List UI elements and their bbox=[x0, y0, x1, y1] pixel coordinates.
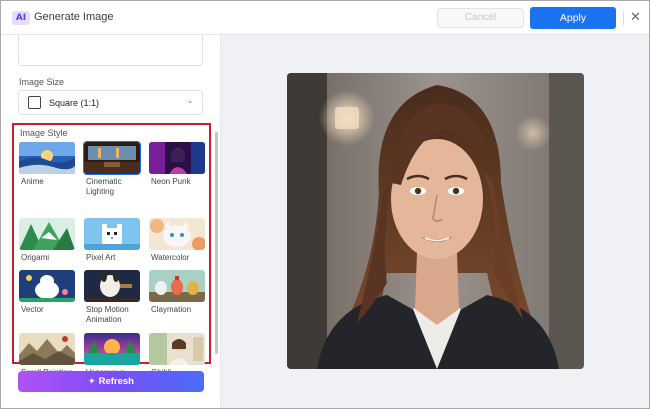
image-style-label: Image Style bbox=[20, 128, 68, 138]
style-label-origami: Origami bbox=[21, 253, 50, 262]
style-label-vector: Vector bbox=[21, 305, 44, 314]
refresh-button[interactable]: ✦ Refresh bbox=[18, 371, 204, 392]
settings-panel: Image Size Square (1:1) ⌄ Image Style An… bbox=[1, 35, 220, 408]
prompt-textarea[interactable] bbox=[18, 35, 203, 66]
style-label-claymation: Claymation bbox=[151, 305, 192, 314]
preview-panel bbox=[220, 35, 649, 408]
title-bar: AI Generate Image Cancel Apply ✕ bbox=[1, 1, 649, 35]
origami-thumbnail bbox=[19, 218, 75, 250]
panel-scrollbar[interactable] bbox=[215, 132, 218, 354]
stop-motion-animation-thumbnail bbox=[84, 270, 140, 302]
claymation-thumbnail bbox=[149, 270, 205, 302]
chevron-down-icon: ⌄ bbox=[187, 96, 194, 105]
style-label-anime: Anime bbox=[21, 177, 44, 186]
ai-badge-icon: AI bbox=[12, 11, 30, 25]
portrait-image bbox=[287, 73, 584, 369]
style-label-watercolor: Watercolor bbox=[151, 253, 190, 262]
image-size-value: Square (1:1) bbox=[49, 98, 100, 108]
image-size-select[interactable]: Square (1:1) ⌄ bbox=[18, 90, 203, 115]
vector-thumbnail bbox=[19, 270, 75, 302]
ghibli-thumbnail bbox=[149, 333, 205, 365]
apply-button[interactable]: Apply bbox=[530, 7, 616, 29]
image-size-label: Image Size bbox=[19, 77, 65, 87]
watercolor-thumbnail bbox=[149, 218, 205, 250]
generated-image-preview bbox=[287, 73, 584, 369]
vaporwave-thumbnail bbox=[84, 333, 140, 365]
style-label-cinematic-lighting: Cinematic Lighting bbox=[86, 177, 122, 196]
pixel-art-thumbnail bbox=[84, 218, 140, 250]
refresh-label: Refresh bbox=[98, 376, 134, 387]
image-style-section: Image Style Anime Cinematic Lighting Neo… bbox=[12, 123, 211, 377]
cinematic-lighting-thumbnail bbox=[83, 141, 141, 175]
style-label-pixel-art: Pixel Art bbox=[86, 253, 116, 262]
anime-thumbnail bbox=[19, 142, 75, 174]
generate-image-dialog: AI Generate Image Cancel Apply ✕ Image S… bbox=[0, 0, 650, 409]
scroll-painting-thumbnail bbox=[19, 333, 75, 365]
style-label-neon-punk: Neon Punk bbox=[151, 177, 191, 186]
style-label-stop-motion-animation: Stop Motion Animation bbox=[86, 305, 129, 324]
sparkle-icon: ✦ bbox=[88, 377, 96, 387]
square-ratio-icon bbox=[28, 96, 41, 109]
neon-punk-thumbnail bbox=[149, 142, 205, 174]
dialog-title: Generate Image bbox=[34, 11, 114, 23]
cancel-button[interactable]: Cancel bbox=[437, 8, 524, 28]
close-icon[interactable]: ✕ bbox=[627, 9, 644, 26]
title-divider bbox=[623, 11, 624, 25]
